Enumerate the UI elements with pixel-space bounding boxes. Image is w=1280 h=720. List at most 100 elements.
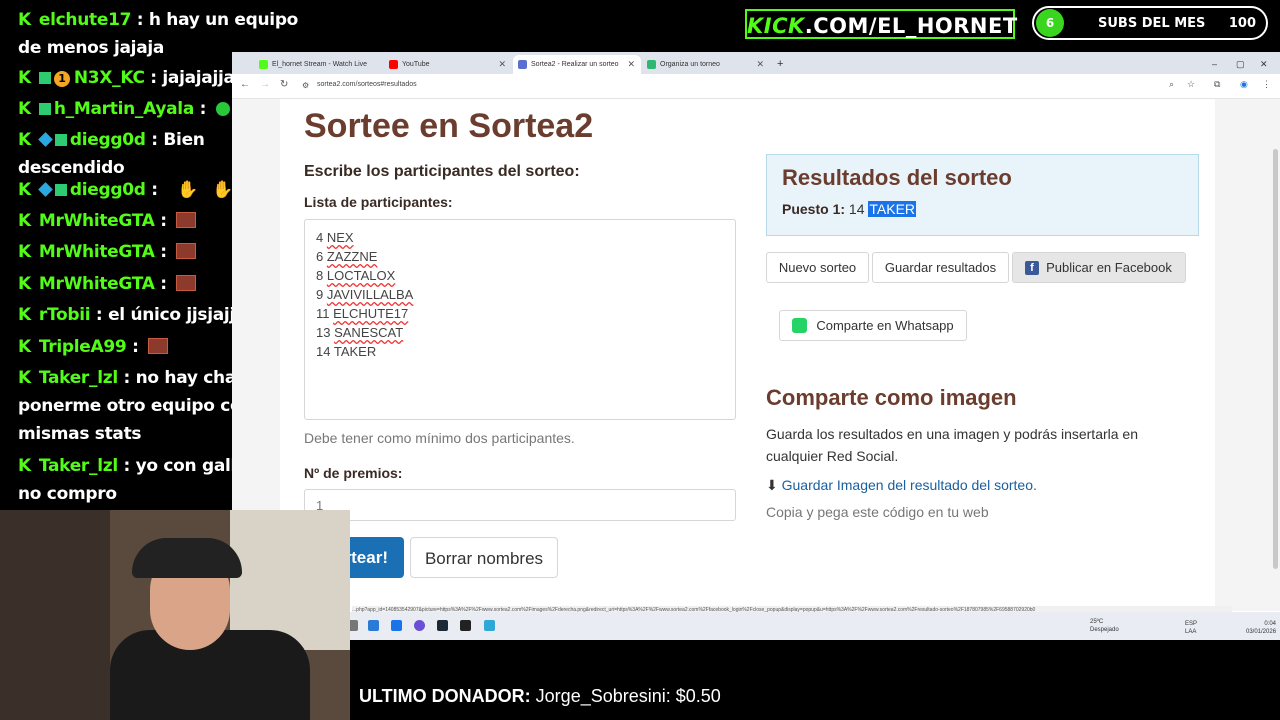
chat-username[interactable]: rTobii xyxy=(39,305,91,325)
windows-taskbar: 25ºC Despejado ESP LAA 0:04 03/01/2026 xyxy=(232,612,1280,640)
sub-badge-icon xyxy=(38,72,51,84)
maximize-icon[interactable]: ▢ xyxy=(1232,55,1252,74)
clover-tab-icon xyxy=(647,60,656,69)
share-image-heading: Comparte como imagen xyxy=(766,385,1017,410)
reload-icon[interactable]: ↻ xyxy=(280,79,288,90)
min-participants-hint: Debe tener como mínimo dos participantes… xyxy=(304,430,575,446)
participants-textarea[interactable]: 4 NEX 6 ZAZZNE 8 LOCTALOX 9 JAVIVILLALBA 11 … xyxy=(304,219,736,420)
kick-badge-icon: K xyxy=(18,99,31,119)
facebook-icon: f xyxy=(1025,261,1039,275)
extensions-icon[interactable]: ⧉ xyxy=(1214,79,1220,90)
whatsapp-icon xyxy=(792,318,807,333)
chat-username[interactable]: Taker_lzl xyxy=(39,368,118,388)
back-icon[interactable]: ← xyxy=(240,79,250,90)
sub-badge-icon xyxy=(38,103,51,115)
minimize-icon[interactable]: – xyxy=(1208,55,1228,74)
chat-username[interactable]: MrWhiteGTA xyxy=(39,274,155,294)
taskbar-app-icon[interactable] xyxy=(460,620,471,631)
forward-icon[interactable]: → xyxy=(260,79,270,90)
sub-badge-icon xyxy=(54,184,67,196)
address-bar: ← → ↻ ⚙ sortea2.com/sorteos#resultados ⌕… xyxy=(232,74,1280,99)
kick-logo: KICK xyxy=(747,14,805,38)
zoom-icon[interactable]: ⌕ xyxy=(1169,79,1174,90)
menu-icon[interactable]: ⋮ xyxy=(1262,79,1271,90)
streamer-cap xyxy=(132,538,242,578)
tab-kick-stream[interactable]: El_hornet Stream - Watch Live xyxy=(254,55,384,74)
tab-sortea2[interactable]: Sortea2 - Realizar un sorteo ✕ xyxy=(513,55,641,74)
nuevo-sorteo-button[interactable]: Nuevo sorteo xyxy=(766,252,869,283)
kick-badge-icon: K xyxy=(18,456,31,476)
taskbar-app-icon[interactable] xyxy=(484,620,495,631)
hand-emote-icon: ✋ xyxy=(212,180,234,200)
participant-entry: 13 SANESCAT xyxy=(316,325,404,340)
page-title: Sortee en Sortea2 xyxy=(304,107,594,145)
taskbar-app-icon[interactable] xyxy=(368,620,379,631)
gem-badge-icon xyxy=(38,132,53,147)
subs-goal: 100 xyxy=(1228,16,1256,31)
tab-bar: El_hornet Stream - Watch Live YouTube ✕ S… xyxy=(232,52,1280,74)
sortea2-tab-icon xyxy=(518,60,527,69)
copy-code-label: Copia y pega este código en tu web xyxy=(766,504,989,520)
chat-username[interactable]: MrWhiteGTA xyxy=(39,242,155,262)
green-emote-icon xyxy=(215,102,230,116)
close-icon[interactable]: ✕ xyxy=(627,55,635,74)
borrar-nombres-button[interactable]: Borrar nombres xyxy=(410,537,558,578)
hand-emote-icon: ✋ xyxy=(177,180,199,200)
subs-current-count: 6 xyxy=(1036,9,1064,37)
results-title: Resultados del sorteo xyxy=(782,165,1012,190)
clock[interactable]: 0:04 03/01/2026 xyxy=(1246,620,1276,636)
chat-username[interactable]: Taker_lzl xyxy=(39,456,118,476)
brick-emote-icon xyxy=(176,275,197,291)
chat-username[interactable]: diegg0d xyxy=(70,180,146,200)
close-icon[interactable]: ✕ xyxy=(756,55,764,74)
kick-tab-icon xyxy=(259,60,268,69)
publicar-facebook-button[interactable]: f Publicar en Facebook xyxy=(1012,252,1186,283)
chat-username[interactable]: TripleA99 xyxy=(39,337,127,357)
close-icon[interactable]: ✕ xyxy=(498,55,506,74)
scrollbar[interactable] xyxy=(1273,149,1278,569)
participant-entry: 6 ZAZZNE xyxy=(316,249,378,264)
window-close-icon[interactable]: ✕ xyxy=(1256,55,1276,74)
results-box: Resultados del sorteo Puesto 1: 14 TAKER xyxy=(766,154,1199,236)
premios-input[interactable]: 1 xyxy=(304,489,736,521)
participants-list-label: Lista de participantes: xyxy=(304,194,453,210)
kick-badge-icon: K xyxy=(18,305,31,325)
participant-entry: 11 ELCHUTE17 xyxy=(316,306,409,321)
participant-entry: 4 NEX xyxy=(316,230,354,245)
brick-emote-icon xyxy=(176,243,197,259)
site-info-icon[interactable]: ⚙ xyxy=(302,81,309,90)
subs-goal-bar: 6 SUBS DEL MES 100 xyxy=(1032,6,1268,40)
sub-badge-icon xyxy=(54,134,67,146)
whatsapp-share-button[interactable]: Comparte en Whatsapp xyxy=(779,310,967,341)
chat-username[interactable]: elchute17 xyxy=(39,10,132,30)
weather-widget[interactable]: 25ºC Despejado xyxy=(1090,618,1119,634)
share-image-text: Guarda los resultados en una imagen y po… xyxy=(766,426,1138,464)
kick-badge-icon: K xyxy=(18,368,31,388)
bookmark-star-icon[interactable]: ☆ xyxy=(1187,79,1195,90)
chat-username[interactable]: diegg0d xyxy=(70,130,146,150)
profile-icon[interactable]: ◉ xyxy=(1240,79,1248,90)
language-indicator[interactable]: ESP LAA xyxy=(1185,620,1197,636)
page-viewport: Sortee en Sortea2 Escribe los participan… xyxy=(232,99,1280,611)
url-field[interactable]: sortea2.com/sorteos#resultados xyxy=(317,81,417,88)
webcam-feed xyxy=(0,510,350,720)
sortea2-page: Sortee en Sortea2 Escribe los participan… xyxy=(270,99,1215,611)
kick-badge-icon: K xyxy=(18,130,31,150)
gem-badge-icon xyxy=(38,182,53,197)
taskbar-app-icon[interactable] xyxy=(391,620,402,631)
kick-badge-icon: K xyxy=(18,211,31,231)
guardar-resultados-button[interactable]: Guardar resultados xyxy=(872,252,1009,283)
tab-torneo[interactable]: Organiza un torneo ✕ xyxy=(642,55,770,74)
kick-brand-banner: KICK.COM/EL_HORNET xyxy=(745,9,1017,39)
save-image-link[interactable]: ⬇ Guardar Imagen del resultado del sorte… xyxy=(766,477,1037,494)
chat-username[interactable]: h_Martin_Ayala xyxy=(54,99,194,119)
kick-badge-icon: K xyxy=(18,337,31,357)
subs-label: SUBS DEL MES xyxy=(1098,16,1206,31)
kick-badge-icon: K xyxy=(18,10,31,30)
chat-username[interactable]: MrWhiteGTA xyxy=(39,211,155,231)
new-tab-button[interactable]: + xyxy=(772,55,792,74)
taskbar-app-icon[interactable] xyxy=(414,620,425,631)
tab-youtube[interactable]: YouTube ✕ xyxy=(384,55,512,74)
steam-icon[interactable] xyxy=(437,620,448,631)
chat-username[interactable]: N3X_KC xyxy=(74,68,145,88)
